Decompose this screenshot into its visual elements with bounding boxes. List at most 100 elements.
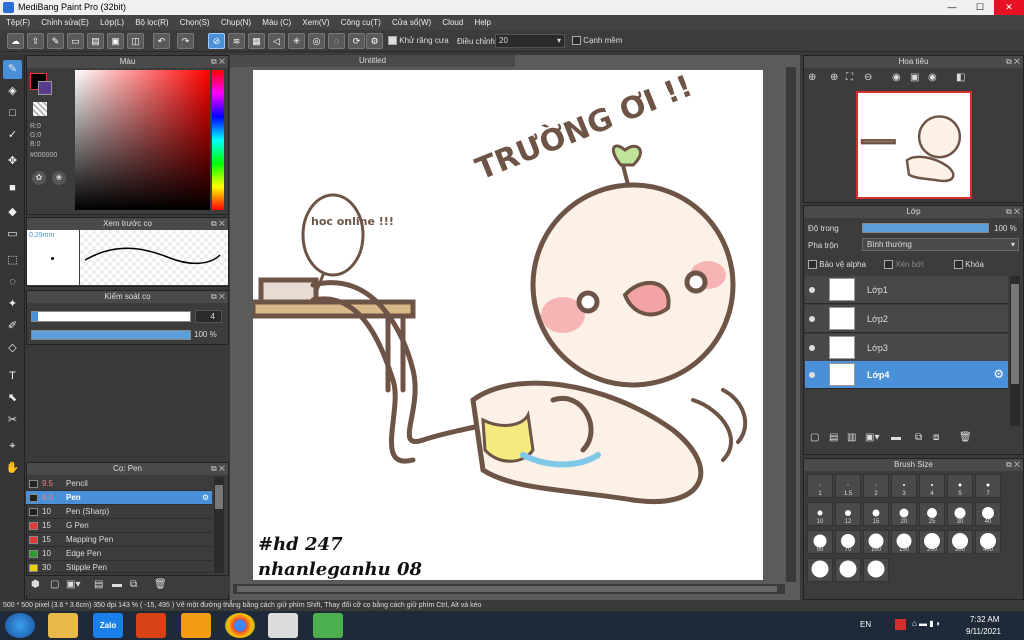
maximize-button[interactable]: ☐ [968,0,992,15]
brush-size-option[interactable]: 2 [863,474,889,498]
upload-icon[interactable]: ⇪ [27,33,44,49]
comment-icon[interactable]: ✎ [47,33,64,49]
redo-icon[interactable]: ↷ [177,33,194,49]
start-button-icon[interactable] [5,613,35,638]
brush-size-option[interactable]: 70 [835,530,861,554]
close-icon[interactable]: ⧉ ✕ [211,291,225,303]
blend-mode-select[interactable]: Bình thường ▾ [862,238,1019,251]
hue-slider[interactable] [212,70,224,210]
brush-size-option[interactable]: 40 [975,502,1001,526]
menu-layer[interactable]: Lớp(L) [100,18,124,27]
brush-item[interactable]: 15 Mapping Pen [26,533,212,547]
menu-snap[interactable]: Chụp(N) [221,18,251,27]
canvas-tab[interactable]: Untitled [230,55,515,67]
brush-size-option[interactable]: 150 [891,530,917,554]
paint-app-icon[interactable] [268,613,298,638]
brush-item[interactable]: 10 Pen (Sharp) [26,505,212,519]
zoom-fit-icon[interactable]: ⊕ [830,72,838,83]
layer-row[interactable]: Lớp2 [805,305,1008,333]
new-layer-icon[interactable]: ▢ [810,432,819,443]
bucket-tool-icon[interactable]: ◆ [3,203,22,222]
rotate-right-icon[interactable]: ◉ [928,72,937,83]
new-layer-alt-icon[interactable]: ▤ [829,432,838,443]
brush-item[interactable]: 15 G Pen [26,519,212,533]
dot-tool-icon[interactable]: □ [3,104,22,123]
close-icon[interactable]: ⧉ ✕ [211,56,225,68]
menu-help[interactable]: Help [475,18,491,27]
settings-icon[interactable]: ⚙ [366,33,383,49]
flip-icon[interactable]: ◧ [956,72,965,83]
menu-cloud[interactable]: Cloud [442,18,463,27]
brush-item[interactable]: 9.5 Pencil [26,477,212,491]
drawing-canvas[interactable]: TRƯỜNG ƠI !! hoc online !!! #hd 247 nhan… [253,70,763,580]
brush-size-option[interactable] [807,558,833,582]
menu-filter[interactable]: Bộ lọc(R) [135,18,168,27]
hand-tool-icon[interactable]: ✋ [3,459,22,478]
eraser-tool-icon[interactable]: ◈ [3,82,22,101]
new-brush-icon[interactable]: ▢ [50,579,59,590]
lasso-tool-icon[interactable]: ◌ [3,273,22,292]
alpha-protect-checkbox[interactable] [808,260,817,270]
eye-icon[interactable] [809,316,815,322]
eyedropper-icon[interactable]: ⌖ [3,437,22,456]
brush-size-option[interactable]: 400 [975,530,1001,554]
circle-snap-icon[interactable]: ◎ [308,33,325,49]
new-file-icon[interactable]: ▤ [87,33,104,49]
brush-size-option[interactable]: 100 [863,530,889,554]
perspective-snap-icon[interactable]: ◁ [268,33,285,49]
brush-size-option[interactable]: 300 [947,530,973,554]
merge-down-icon[interactable]: ⧈ [933,432,939,443]
language-indicator[interactable]: EN [860,620,871,629]
brush-size-option[interactable]: 50 [807,530,833,554]
layer-menu-icon[interactable]: ▣▾ [865,432,879,443]
transparent-swatch[interactable] [33,102,47,116]
layer-row-selected[interactable]: Lớp4 ⚙ [805,361,1008,389]
move-tool-icon[interactable]: ✥ [3,152,22,171]
close-icon[interactable]: ⧉ ✕ [1006,206,1020,218]
add-brush-icon[interactable]: ⬢ [31,579,40,590]
folder-icon[interactable]: ▬ [112,579,122,590]
canvas-vscrollbar[interactable] [786,67,796,582]
text-tool-icon[interactable]: T [3,367,22,386]
rotate-left-icon[interactable]: ◉ [892,72,901,83]
magic-wand-icon[interactable]: ✦ [3,295,22,314]
save-icon[interactable]: ▣ [107,33,124,49]
chat-icon[interactable]: ▭ [67,33,84,49]
close-icon[interactable]: ⧉ ✕ [1006,56,1020,68]
operation-tool-icon[interactable]: ⬉ [3,389,22,408]
clipping-checkbox[interactable] [884,260,893,270]
trash-icon[interactable]: 🗑 [154,579,167,590]
canvas-hscrollbar[interactable] [233,584,785,594]
brush-size-option[interactable]: 3 [891,474,917,498]
lock-checkbox[interactable] [954,260,963,270]
parallel-snap-icon[interactable]: ≋ [228,33,245,49]
app-icon[interactable] [136,613,166,638]
brush-size-option[interactable]: 10 [807,502,833,526]
snap-off-icon[interactable]: ⊘ [208,33,225,49]
brush-size-option[interactable] [835,558,861,582]
layer-opacity-slider[interactable] [862,223,989,233]
zoom-in-icon[interactable]: ⊕ [808,72,816,83]
export-icon[interactable]: ◫ [127,33,144,49]
duplicate-icon[interactable]: ⧉ [130,579,137,590]
minimize-button[interactable]: — [940,0,964,15]
brush-size-input[interactable]: 4 [195,310,222,323]
tray-icons[interactable]: ⌂ ▬ ▮ ◗ [912,619,941,628]
close-button[interactable]: ✕ [994,0,1024,15]
navigator-thumbnail[interactable] [856,91,972,199]
brush-size-option[interactable]: 1 [807,474,833,498]
brush-size-option[interactable]: 200 [919,530,945,554]
chrome-icon[interactable] [225,613,255,638]
layer-row[interactable]: Lớp1 [805,276,1008,304]
cloud-icon[interactable]: ☁ [7,33,24,49]
eye-icon[interactable] [809,345,815,351]
antialias-checkbox[interactable] [388,36,397,46]
brush-size-option[interactable]: 20 [891,502,917,526]
brush-size-option[interactable]: 7 [975,474,1001,498]
color-wheel-icon[interactable]: ❀ [52,171,66,185]
brush-tool-icon[interactable]: ✎ [3,60,22,79]
zoom-out-icon[interactable]: ⊖ [864,72,872,83]
fill-shape-icon[interactable]: ■ [3,179,22,198]
menu-edit[interactable]: Chỉnh sửa(E) [41,18,89,27]
gear-icon[interactable]: ⚙ [993,367,1004,381]
